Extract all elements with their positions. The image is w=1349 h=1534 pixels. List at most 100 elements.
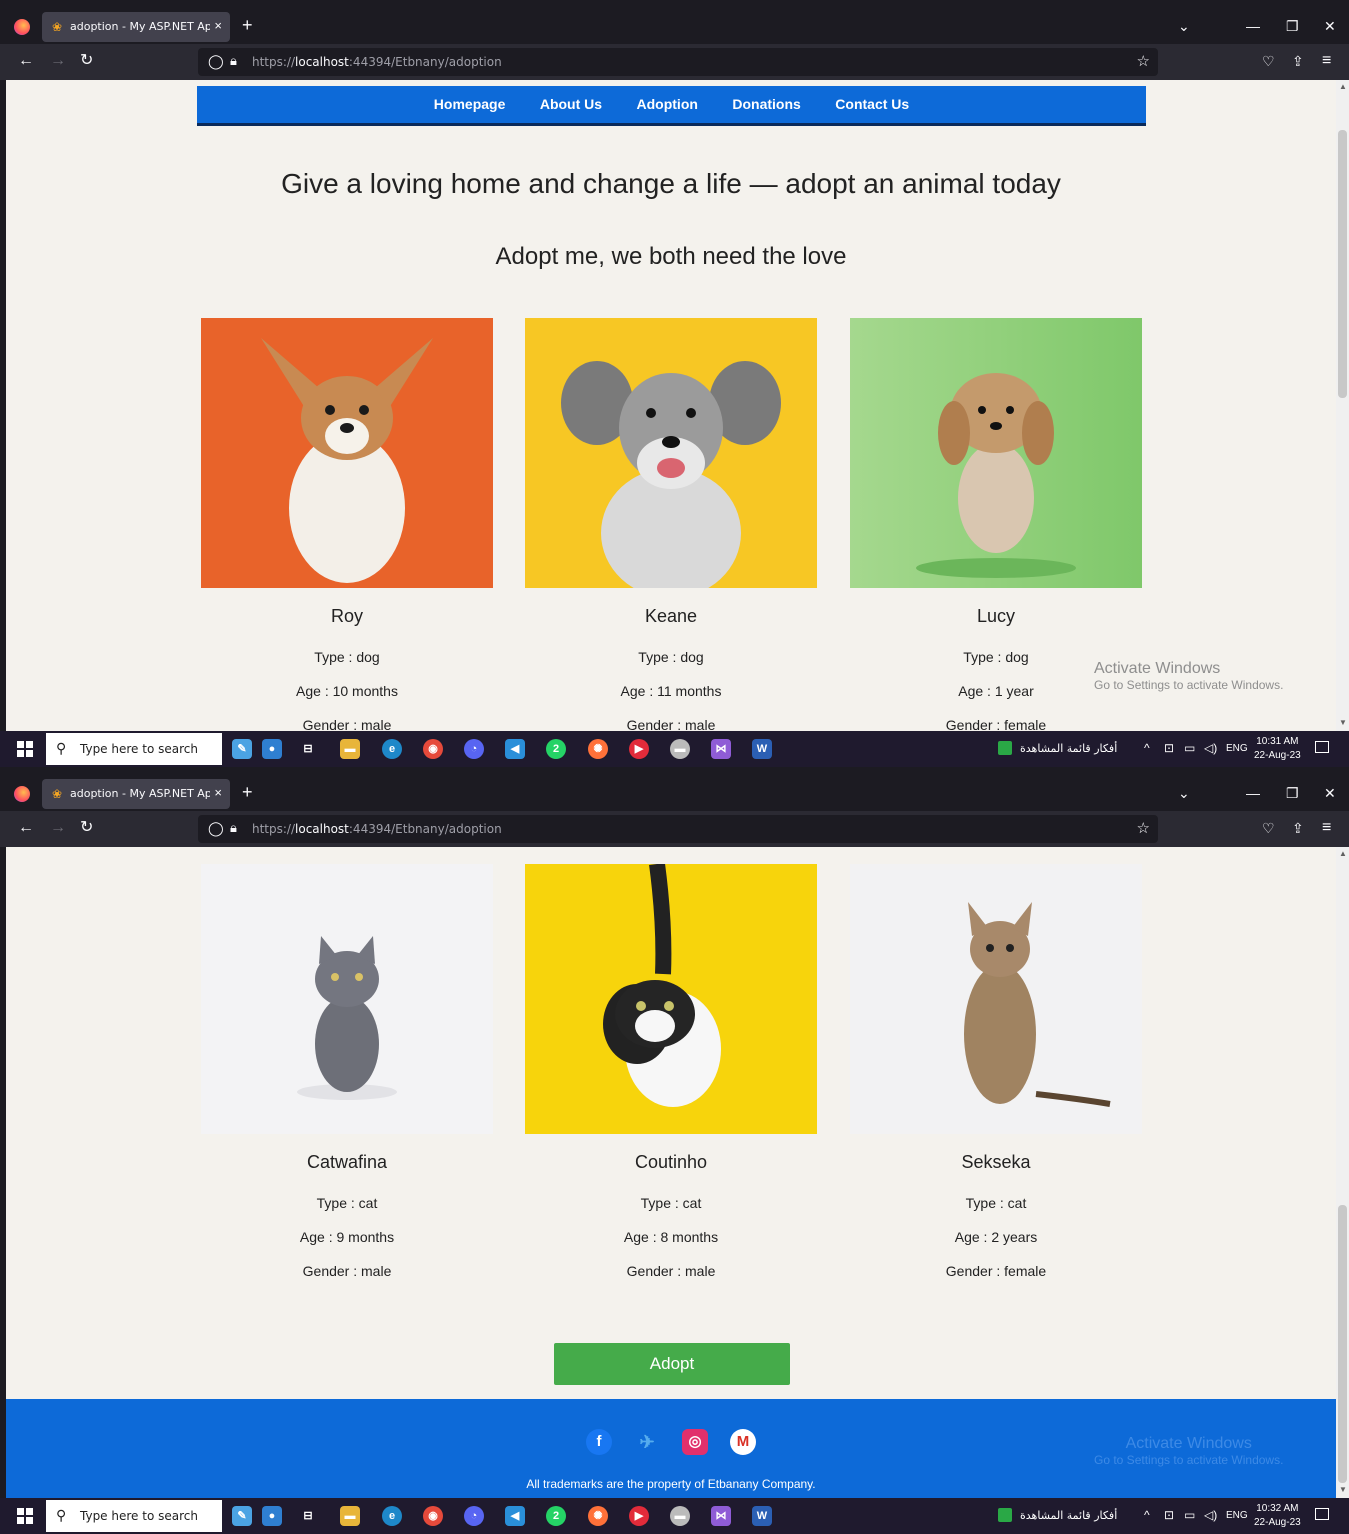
browser-tab[interactable]: ❀ adoption - My ASP.NET Applica × <box>42 12 230 42</box>
twitter-icon[interactable]: ✈ <box>634 1429 660 1455</box>
whatsapp-icon[interactable]: 2 <box>546 739 566 759</box>
tray-overflow-icon[interactable]: ^ <box>1144 741 1150 755</box>
network-icon[interactable]: ⊡ <box>1164 741 1174 755</box>
tab-list-icon[interactable]: ⌄ <box>1178 18 1190 35</box>
scroll-up-icon[interactable]: ▲ <box>1339 82 1347 91</box>
tab-close-icon[interactable]: × <box>214 18 222 33</box>
app-icon[interactable]: ▬ <box>670 739 690 759</box>
word-icon[interactable]: W <box>752 739 772 759</box>
lock-icon[interactable]: 🔒︎ <box>230 820 237 836</box>
url-text[interactable]: https://localhost:44394/Etbnany/adoption <box>252 55 502 69</box>
pet-photo-sekseka[interactable] <box>850 864 1142 1134</box>
tab-list-icon[interactable]: ⌄ <box>1178 785 1190 802</box>
clock[interactable]: 10:32 AM 22-Aug-23 <box>1254 1502 1301 1530</box>
whatsapp-icon[interactable]: 2 <box>546 1506 566 1526</box>
browser-tab[interactable]: ❀ adoption - My ASP.NET Applica × <box>42 779 230 809</box>
edge-icon[interactable]: e <box>382 739 402 759</box>
forward-icon[interactable]: → <box>50 52 66 70</box>
back-icon[interactable]: ← <box>18 819 34 837</box>
pocket-icon[interactable]: ♡ <box>1262 52 1275 70</box>
adopt-button[interactable]: Adopt <box>554 1343 790 1385</box>
scrollbar[interactable]: ▲ ▼ <box>1336 847 1349 1498</box>
nav-adoption[interactable]: Adoption <box>637 86 698 122</box>
scroll-down-icon[interactable]: ▼ <box>1339 1485 1347 1494</box>
pet-photo-keane[interactable] <box>525 318 817 588</box>
media-player-icon[interactable]: ▶ <box>629 739 649 759</box>
windows-start-icon[interactable] <box>17 1508 33 1524</box>
pet-photo-coutinho[interactable] <box>525 864 817 1134</box>
display-icon[interactable]: ▭ <box>1184 741 1195 755</box>
scroll-thumb[interactable] <box>1338 1205 1347 1483</box>
taskbar-search[interactable]: ⚲ Type here to search <box>46 1500 222 1532</box>
extensions-icon[interactable]: ⇪ <box>1292 52 1304 70</box>
pet-photo-catwafina[interactable] <box>201 864 493 1134</box>
taskbar-search[interactable]: ⚲ Type here to search <box>46 733 222 765</box>
windows-start-icon[interactable] <box>17 741 33 757</box>
reload-icon[interactable]: ↻ <box>80 819 93 837</box>
volume-icon[interactable]: ◁) <box>1204 1508 1217 1522</box>
network-icon[interactable]: ⊡ <box>1164 1508 1174 1522</box>
url-text[interactable]: https://localhost:44394/Etbnany/adoption <box>252 822 502 836</box>
chrome-icon[interactable]: ◉ <box>423 1506 443 1526</box>
task-view-icon[interactable]: ⊟ <box>298 739 318 759</box>
chrome-icon[interactable]: ◉ <box>423 739 443 759</box>
task-view-icon[interactable]: ⊟ <box>298 1506 318 1526</box>
scrollbar[interactable]: ▲ ▼ <box>1336 80 1349 731</box>
firefox-taskbar-icon[interactable]: ✺ <box>588 739 608 759</box>
weather-icon[interactable]: ● <box>262 739 282 759</box>
firefox-taskbar-icon[interactable]: ✺ <box>588 1506 608 1526</box>
tray-app-icon[interactable] <box>998 1508 1012 1522</box>
vscode-icon[interactable]: ◀ <box>505 739 525 759</box>
vscode-icon[interactable]: ◀ <box>505 1506 525 1526</box>
new-tab-button[interactable]: + <box>242 16 253 34</box>
scroll-thumb[interactable] <box>1338 130 1347 398</box>
volume-icon[interactable]: ◁) <box>1204 741 1217 755</box>
bookmark-star-icon[interactable]: ☆ <box>1137 819 1150 837</box>
close-window-icon[interactable]: ✕ <box>1324 785 1336 802</box>
back-icon[interactable]: ← <box>18 52 34 70</box>
url-bar[interactable]: ◯ 🔒︎ https://localhost:44394/Etbnany/ado… <box>198 48 1158 76</box>
restore-icon[interactable]: ❐ <box>1286 18 1299 35</box>
minimize-icon[interactable]: — <box>1246 785 1260 801</box>
facebook-icon[interactable]: f <box>586 1429 612 1455</box>
clock[interactable]: 10:31 AM 22-Aug-23 <box>1254 735 1301 763</box>
file-explorer-icon[interactable]: ▬ <box>340 739 360 759</box>
instagram-icon[interactable]: ◎ <box>682 1429 708 1455</box>
gmail-icon[interactable]: M <box>730 1429 756 1455</box>
tray-text[interactable]: أفكار قائمة المشاهدة <box>1020 742 1117 755</box>
nav-donations[interactable]: Donations <box>732 86 800 122</box>
bookmark-star-icon[interactable]: ☆ <box>1137 52 1150 70</box>
display-icon[interactable]: ▭ <box>1184 1508 1195 1522</box>
menu-icon[interactable]: ≡ <box>1322 52 1331 70</box>
discord-icon[interactable]: ◔ <box>464 739 484 759</box>
restore-icon[interactable]: ❐ <box>1286 785 1299 802</box>
pet-photo-lucy[interactable] <box>850 318 1142 588</box>
notification-icon[interactable] <box>1315 1508 1329 1520</box>
file-explorer-icon[interactable]: ▬ <box>340 1506 360 1526</box>
nav-contact-us[interactable]: Contact Us <box>835 86 909 122</box>
weather-icon[interactable]: ● <box>262 1506 282 1526</box>
app-icon[interactable]: ▬ <box>670 1506 690 1526</box>
discord-icon[interactable]: ◔ <box>464 1506 484 1526</box>
pet-photo-roy[interactable] <box>201 318 493 588</box>
new-tab-button[interactable]: + <box>242 783 253 801</box>
tray-app-icon[interactable] <box>998 741 1012 755</box>
reload-icon[interactable]: ↻ <box>80 52 93 70</box>
visual-studio-icon[interactable]: ⋈ <box>711 1506 731 1526</box>
tray-overflow-icon[interactable]: ^ <box>1144 1508 1150 1522</box>
scroll-down-icon[interactable]: ▼ <box>1339 718 1347 727</box>
close-window-icon[interactable]: ✕ <box>1324 18 1336 35</box>
language-indicator[interactable]: ENG <box>1226 743 1248 754</box>
nav-about-us[interactable]: About Us <box>540 86 602 122</box>
extensions-icon[interactable]: ⇪ <box>1292 819 1304 837</box>
pocket-icon[interactable]: ♡ <box>1262 819 1275 837</box>
lock-icon[interactable]: 🔒︎ <box>230 53 237 69</box>
widgets-icon[interactable]: ✎ <box>232 1506 252 1526</box>
shield-icon[interactable]: ◯ <box>208 53 224 70</box>
url-bar[interactable]: ◯ 🔒︎ https://localhost:44394/Etbnany/ado… <box>198 815 1158 843</box>
menu-icon[interactable]: ≡ <box>1322 819 1331 837</box>
edge-icon[interactable]: e <box>382 1506 402 1526</box>
scroll-up-icon[interactable]: ▲ <box>1339 849 1347 858</box>
tray-text[interactable]: أفكار قائمة المشاهدة <box>1020 1509 1117 1522</box>
nav-homepage[interactable]: Homepage <box>434 86 506 122</box>
